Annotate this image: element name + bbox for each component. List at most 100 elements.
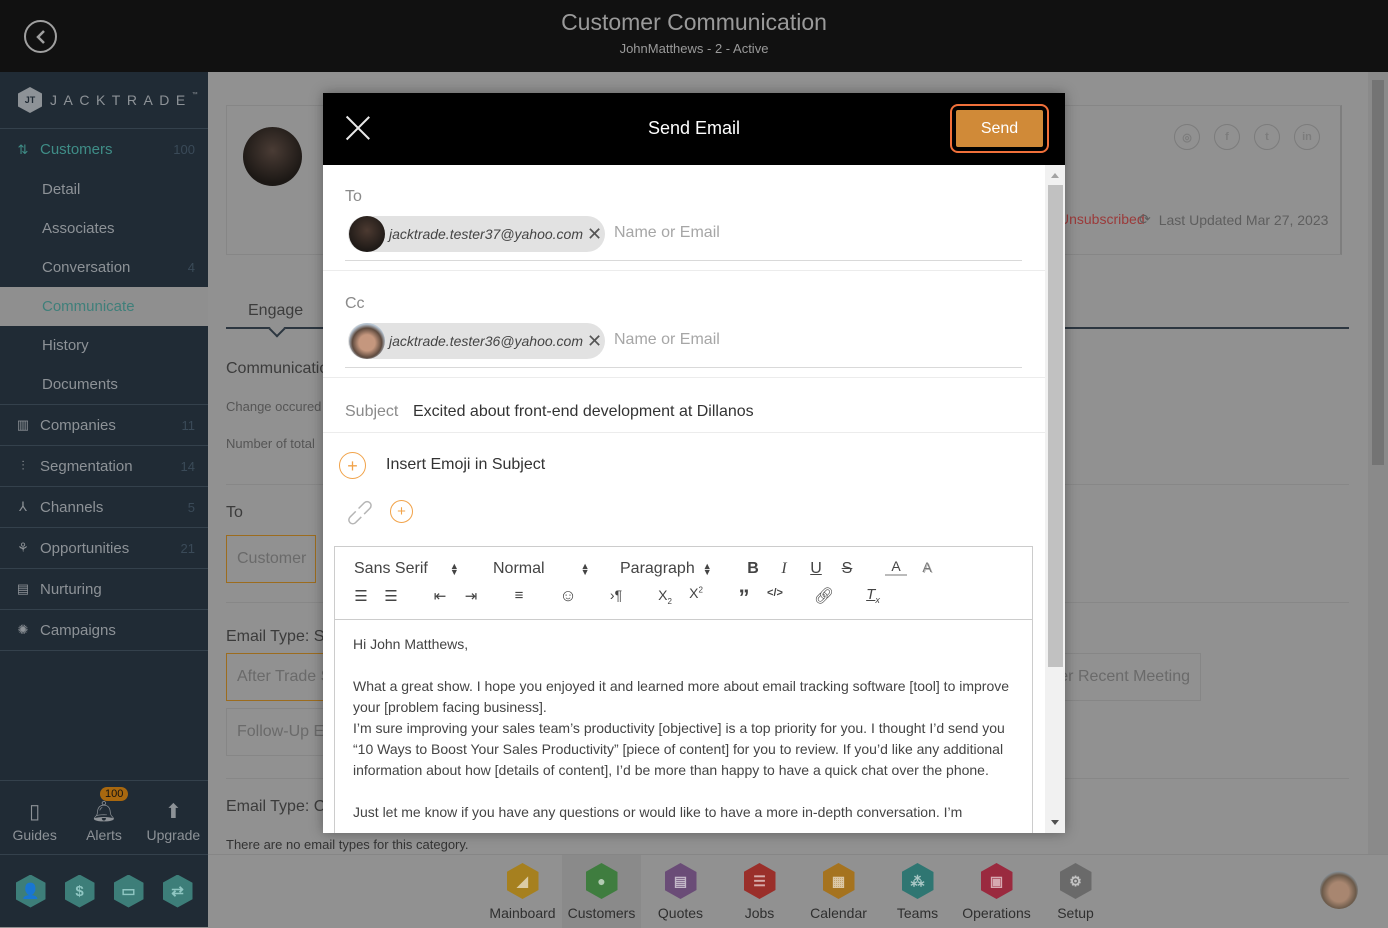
recipient-avatar — [349, 323, 385, 359]
superscript-icon[interactable]: X2 — [685, 585, 707, 601]
linkedin-icon[interactable]: in — [1294, 124, 1320, 150]
refresh-icon[interactable]: ⟳ — [1139, 211, 1151, 228]
logo-mark-icon: JT — [18, 87, 42, 113]
opportunities-icon: ⚘ — [17, 540, 29, 555]
sidebar-item-segmentation[interactable]: ⫶ Segmentation 14 — [0, 446, 208, 487]
customers-icon: ● — [585, 863, 618, 899]
instagram-icon[interactable]: ◎ — [1174, 124, 1200, 150]
follow-up-button[interactable]: Follow-Up E — [226, 708, 336, 756]
indent-icon[interactable]: ⇥ — [460, 587, 482, 605]
align-icon[interactable]: ≡ — [508, 587, 530, 604]
font-select[interactable]: Sans Serif ▲ ▼ — [354, 560, 459, 578]
clear-format-icon[interactable]: Tx — [862, 586, 884, 605]
subject-input[interactable]: Excited about front-end development at D… — [413, 403, 754, 421]
app-operations[interactable]: ▣ Operations — [957, 855, 1036, 928]
block-format-select[interactable]: Paragraph ▲ ▼ — [620, 560, 712, 578]
teams-icon: ⁂ — [901, 863, 934, 899]
link-icon[interactable]: 🔗︎ — [813, 586, 835, 606]
blockquote-icon[interactable]: ” — [733, 585, 755, 611]
jacktrade-logo[interactable]: JT JACKTRADE™ — [0, 72, 208, 129]
to-input[interactable]: Name or Email — [614, 224, 720, 242]
user-avatar[interactable] — [1320, 871, 1358, 909]
bold-icon[interactable]: B — [742, 560, 764, 578]
body-paragraph: I’m sure improving your sales team’s pro… — [353, 720, 1005, 778]
campaigns-icon: ✺ — [17, 622, 29, 637]
sidebar-item-associates[interactable]: Associates — [0, 209, 208, 248]
dollar-app-icon[interactable]: $ — [64, 874, 95, 908]
send-button[interactable]: Send — [956, 110, 1043, 147]
attachment-icon[interactable]: ⊂⊃ — [339, 492, 380, 533]
after-trade-show-button[interactable]: After Trade S — [226, 653, 336, 701]
modal-scroll-thumb[interactable] — [1048, 185, 1063, 667]
bullet-list-icon[interactable]: ☰ — [380, 587, 402, 605]
insert-emoji-icon[interactable]: + — [339, 452, 366, 479]
modal-header: Send Email Send — [323, 93, 1065, 165]
to-underline — [345, 260, 1022, 261]
customer-avatar — [243, 127, 302, 186]
strikethrough-icon[interactable]: S — [836, 560, 858, 578]
modal-scrollbar[interactable] — [1045, 165, 1065, 833]
sidebar-item-channels[interactable]: ⅄ Channels 5 — [0, 487, 208, 528]
sidebar-item-communicate[interactable]: Communicate — [0, 287, 208, 326]
main-scroll-thumb[interactable] — [1372, 80, 1384, 465]
nurturing-icon: ▤ — [16, 581, 30, 596]
app-mainboard[interactable]: ◢ Mainboard — [483, 855, 562, 928]
sidebar-item-companies[interactable]: ▥ Companies 11 — [0, 405, 208, 446]
code-icon[interactable]: </> — [764, 587, 786, 599]
scroll-up-icon[interactable] — [1051, 173, 1059, 178]
sidebar-item-detail[interactable]: Detail — [0, 170, 208, 209]
ordered-list-icon[interactable]: ☰ — [350, 587, 372, 605]
app-jobs[interactable]: ☰ Jobs — [720, 855, 799, 928]
app-teams[interactable]: ⁂ Teams — [878, 855, 957, 928]
sidebar-item-opportunities[interactable]: ⚘ Opportunities 21 — [0, 528, 208, 569]
tab-engage[interactable]: Engage — [248, 302, 303, 320]
alerts-badge: 100 — [99, 787, 129, 801]
alerts-button[interactable]: 100 🔔︎ Alerts — [69, 781, 138, 853]
emoji-icon[interactable]: ☺ — [557, 586, 579, 606]
sidebar-item-campaigns[interactable]: ✺ Campaigns — [0, 610, 208, 651]
app-label: Mainboard — [489, 905, 556, 921]
insert-emoji-label[interactable]: Insert Emoji in Subject — [386, 456, 545, 474]
upgrade-button[interactable]: ⬆ Upgrade — [139, 781, 208, 853]
person-app-icon[interactable]: 👤 — [15, 874, 46, 908]
sidebar-item-customers[interactable]: ⇅ Customers 100 — [0, 129, 208, 170]
money-app-icon[interactable]: ▭ — [113, 874, 144, 908]
highlight-color-icon[interactable]: A — [916, 559, 938, 575]
scroll-down-icon[interactable] — [1051, 820, 1059, 825]
app-quotes[interactable]: ▤ Quotes — [641, 855, 720, 928]
outdent-icon[interactable]: ⇤ — [429, 587, 451, 605]
underline-icon[interactable]: U — [805, 560, 827, 578]
channels-icon: ⅄ — [19, 499, 27, 514]
subscript-icon[interactable]: X2 — [654, 587, 676, 606]
app-calendar[interactable]: ▦ Calendar — [799, 855, 878, 928]
text-color-icon[interactable]: A — [885, 559, 907, 576]
remove-recipient-icon[interactable]: ✕ — [587, 224, 602, 245]
building-icon: ▥ — [16, 417, 30, 432]
add-attachment-icon[interactable]: + — [390, 500, 413, 523]
remove-recipient-icon[interactable]: ✕ — [587, 331, 602, 352]
separator — [323, 432, 1045, 433]
cc-input[interactable]: Name or Email — [614, 331, 720, 349]
twitter-icon[interactable]: t — [1254, 124, 1280, 150]
app-customers[interactable]: ● Customers — [562, 855, 641, 928]
sidebar-item-documents[interactable]: Documents — [0, 365, 208, 404]
cc-recipient-chip: jacktrade.tester36@yahoo.com ✕ — [348, 323, 605, 359]
italic-icon[interactable]: I — [773, 560, 795, 578]
app-label: Setup — [1057, 905, 1094, 921]
size-select[interactable]: Normal ▲ ▼ — [493, 560, 589, 578]
text-direction-icon[interactable]: ›¶ — [605, 587, 627, 603]
body-paragraph — [353, 655, 1014, 676]
guides-button[interactable]: ▯ Guides — [0, 781, 69, 853]
body-paragraph: What a great show. I hope you enjoyed it… — [353, 678, 1010, 715]
sidebar-item-nurturing[interactable]: ▤ Nurturing — [0, 569, 208, 610]
facebook-icon[interactable]: f — [1214, 124, 1240, 150]
sidebar-item-conversation[interactable]: Conversation 4 — [0, 248, 208, 287]
to-label: To — [226, 504, 243, 521]
to-field-label: To — [345, 188, 362, 205]
main-scrollbar[interactable] — [1368, 72, 1388, 854]
workflow-app-icon[interactable]: ⇄ — [162, 874, 193, 908]
email-body-editor[interactable]: Hi John Matthews, What a great show. I h… — [335, 620, 1032, 833]
app-setup[interactable]: ⚙ Setup — [1036, 855, 1115, 928]
sidebar-item-history[interactable]: History — [0, 326, 208, 365]
customer-button[interactable]: Customer — [226, 535, 316, 583]
